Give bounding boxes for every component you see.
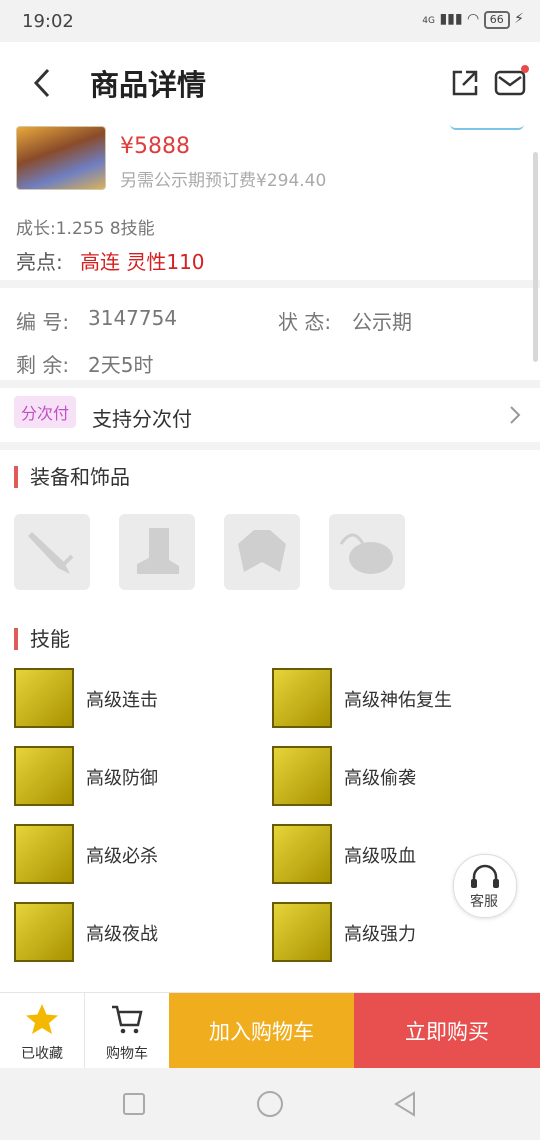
skill-night-icon[interactable] [14, 902, 74, 962]
status-time: 19:02 [22, 11, 74, 32]
recent-apps-icon[interactable] [122, 1092, 146, 1116]
divider [0, 442, 540, 450]
divider [0, 380, 540, 388]
equipment-title: 装备和饰品 [14, 466, 130, 488]
boots-icon [137, 528, 179, 574]
home-icon[interactable] [256, 1090, 284, 1118]
status-icons: 4G ▮▮▮ ◠ 66 ⚡ [422, 11, 524, 29]
battery-icon: 66 [483, 11, 510, 29]
cart-button[interactable]: 购物车 [85, 993, 169, 1068]
boots-slot[interactable] [119, 514, 195, 590]
customer-service-label: 客服 [470, 894, 498, 910]
charging-icon: ⚡ [514, 11, 524, 27]
highlight-value: 高连 灵性110 [80, 250, 205, 274]
message-icon[interactable] [494, 68, 526, 98]
signal-icon: ▮▮▮ [439, 11, 463, 27]
installment-row[interactable] [0, 388, 540, 442]
installment-text: 支持分次付 [92, 407, 192, 431]
accessory-icon [339, 533, 393, 574]
skill-label: 高级连击 [86, 690, 158, 711]
back-icon[interactable] [32, 66, 54, 100]
remaining-value: 2天5时 [88, 353, 154, 377]
favorite-label: 已收藏 [21, 1046, 63, 1062]
favorite-button[interactable]: 已收藏 [0, 993, 85, 1068]
scrollbar[interactable] [533, 152, 538, 362]
chevron-right-icon [510, 406, 521, 424]
armor-icon [238, 530, 286, 572]
weapon-slot[interactable] [14, 514, 90, 590]
star-icon [26, 1004, 58, 1034]
price: ¥5888 [120, 134, 190, 159]
weapon-icon [28, 532, 74, 574]
skill-label: 高级必杀 [86, 846, 158, 867]
top-button-edge[interactable] [450, 124, 524, 130]
skill-defense-icon[interactable] [14, 746, 74, 806]
skills-title: 技能 [14, 628, 70, 650]
id-label: 编 号: [16, 310, 70, 334]
add-to-cart-button[interactable]: 加入购物车 [169, 993, 354, 1068]
network-label: 4G [422, 16, 435, 26]
remaining-label: 剩 余: [16, 353, 70, 377]
skill-label: 高级偷袭 [344, 768, 416, 789]
extra-fee: 另需公示期预订费¥294.40 [120, 171, 327, 191]
share-icon[interactable] [450, 68, 480, 98]
armor-slot[interactable] [224, 514, 300, 590]
wifi-icon: ◠ [467, 11, 480, 27]
status-label: 状 态: [278, 310, 332, 334]
accessory-slot[interactable] [329, 514, 405, 590]
skill-label: 高级强力 [344, 924, 416, 945]
pet-avatar[interactable] [16, 126, 106, 190]
headset-icon [471, 864, 499, 888]
skill-drain-icon[interactable] [272, 824, 332, 884]
back-nav-icon[interactable] [392, 1090, 418, 1118]
skill-label: 高级吸血 [344, 846, 416, 867]
status-value: 公示期 [352, 310, 412, 334]
cart-icon [112, 1005, 143, 1034]
divider [0, 280, 540, 288]
skill-critical-icon[interactable] [14, 824, 74, 884]
skill-label: 高级神佑复生 [344, 690, 452, 711]
buy-now-button[interactable]: 立即购买 [354, 993, 540, 1068]
page-title: 商品详情 [90, 68, 207, 102]
cart-label: 购物车 [106, 1046, 148, 1062]
skill-combo-icon[interactable] [14, 668, 74, 728]
skill-revive-icon[interactable] [272, 668, 332, 728]
skill-sneak-icon[interactable] [272, 746, 332, 806]
skill-label: 高级夜战 [86, 924, 158, 945]
growth-info: 成长:1.255 8技能 [16, 219, 155, 239]
id-value: 3147754 [88, 306, 178, 330]
installment-badge: 分次付 [14, 396, 77, 428]
skill-label: 高级防御 [86, 768, 158, 789]
notification-dot [521, 65, 529, 73]
skill-power-icon[interactable] [272, 902, 332, 962]
highlight-label: 亮点: [16, 250, 63, 274]
